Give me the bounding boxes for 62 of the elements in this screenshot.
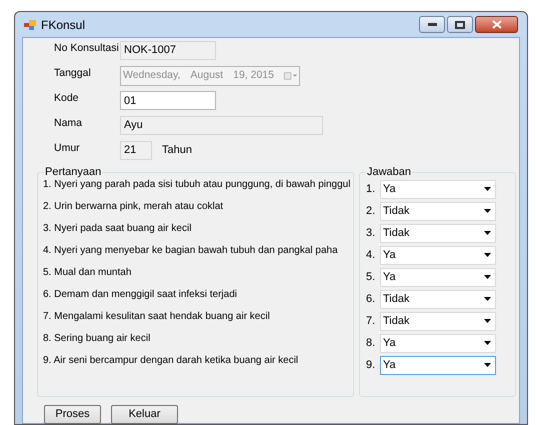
answer-dropdown[interactable]: Tidak xyxy=(380,312,496,330)
question-text: 1. Nyeri yang parah pada sisi tubuh atau punggung, di bawah pinggul xyxy=(43,179,350,192)
question-text: 8. Sering buang air kecil xyxy=(43,333,150,346)
answer-number: 1. xyxy=(366,182,376,197)
minimize-icon xyxy=(428,23,436,26)
maximize-button[interactable] xyxy=(447,16,473,33)
question-text: 4. Nyeri yang menyebar ke bagian bawah tubuh dan pangkal paha xyxy=(43,245,338,258)
kode-input[interactable]: 01 xyxy=(120,91,216,110)
close-icon xyxy=(492,20,502,29)
age-unit-label: Tahun xyxy=(162,143,192,158)
answer-dropdown[interactable]: Ya xyxy=(380,268,496,286)
question-text: 6. Demam dan menggigil saat infeksi terjadi xyxy=(43,289,237,302)
group-title: Pertanyaan xyxy=(44,166,102,178)
answer-dropdown[interactable]: Ya xyxy=(380,356,496,374)
question-text: 7. Mengalami kesulitan saat hendak buang air kecil xyxy=(43,311,270,324)
date-part: 19, 2015 xyxy=(233,68,274,84)
field-label: Umur xyxy=(54,141,81,155)
form-button[interactable]: Keluar xyxy=(111,405,178,424)
answer-dropdown[interactable]: Tidak xyxy=(380,202,496,220)
app-icon xyxy=(24,18,37,30)
answer-number: 4. xyxy=(366,248,376,263)
question-text: 3. Nyeri pada saat buang air kecil xyxy=(43,223,192,236)
field-label: Nama xyxy=(54,116,84,130)
answer-dropdown[interactable]: Ya xyxy=(380,334,496,352)
answer-dropdown[interactable]: Ya xyxy=(380,180,496,198)
field-label: No Konsultasi xyxy=(54,41,120,55)
maximize-icon xyxy=(455,20,465,28)
answer-number: 8. xyxy=(366,336,376,351)
answer-dropdown[interactable]: Tidak xyxy=(380,224,496,242)
field-label: Tanggal xyxy=(54,66,92,80)
question-text: 2. Urin berwarna pink, merah atau coklat xyxy=(43,201,224,214)
answer-number: 2. xyxy=(366,204,376,219)
dropdown-arrow-icon xyxy=(484,363,491,367)
form-button[interactable]: Proses xyxy=(44,405,101,424)
date-part: Wednesday, xyxy=(123,68,180,84)
dropdown-arrow-icon xyxy=(484,209,491,213)
readonly-field[interactable]: Ayu xyxy=(120,116,323,135)
dropdown-arrow-icon xyxy=(484,275,491,279)
close-button[interactable] xyxy=(475,16,518,33)
window-title: FKonsul xyxy=(41,16,86,34)
calendar-dropdown-icon xyxy=(284,71,297,81)
age-field[interactable]: 21 xyxy=(120,141,152,160)
question-text: 9. Air seni bercampur dengan darah ketika buang air kecil xyxy=(43,355,298,368)
field-label: Kode xyxy=(54,91,80,105)
group-title: Jawaban xyxy=(366,166,412,178)
answer-number: 6. xyxy=(366,292,376,307)
dropdown-arrow-icon xyxy=(484,297,491,301)
dropdown-arrow-icon xyxy=(484,253,491,257)
question-text: 5. Mual dan muntah xyxy=(43,267,132,280)
answer-dropdown[interactable]: Tidak xyxy=(380,290,496,308)
readonly-field[interactable]: NOK-1007 xyxy=(120,41,216,60)
dropdown-arrow-icon xyxy=(484,319,491,323)
answer-number: 9. xyxy=(366,358,376,373)
minimize-button[interactable] xyxy=(419,16,445,33)
date-part: August xyxy=(190,68,224,84)
answer-number: 3. xyxy=(366,226,376,241)
dropdown-arrow-icon xyxy=(484,187,491,191)
answer-number: 5. xyxy=(366,270,376,285)
answer-dropdown[interactable]: Ya xyxy=(380,246,496,264)
dropdown-arrow-icon xyxy=(484,341,491,345)
dropdown-arrow-icon xyxy=(484,231,491,235)
answer-number: 7. xyxy=(366,314,376,329)
